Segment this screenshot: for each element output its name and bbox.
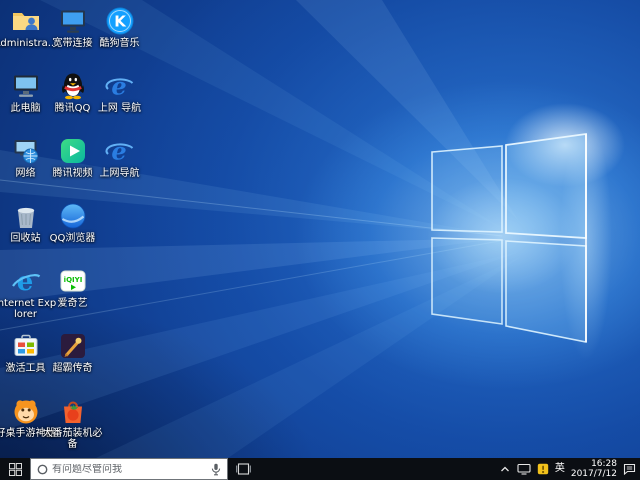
- orange-monkey-icon: [11, 396, 41, 426]
- computer-monitor-icon: [11, 71, 41, 101]
- cortana-circle-icon: [37, 464, 48, 475]
- windows-logo-icon: [9, 463, 22, 476]
- ie-blue-e-icon: e: [105, 136, 135, 166]
- desktop-icon-label: 上网 导航: [88, 103, 152, 114]
- chevron-up-icon: [499, 464, 511, 474]
- desktop-icon-label: 上网导航: [88, 168, 152, 179]
- action-center-button[interactable]: [623, 458, 636, 480]
- kugou-music-icon: K: [105, 6, 135, 36]
- clock-time: 16:28: [571, 459, 617, 469]
- taskbar: 英 16:28 2017/7/12: [0, 458, 640, 480]
- desktop-icon-kugou-music[interactable]: K酷狗音乐: [96, 6, 143, 49]
- desktop-icon-web-navigation-1[interactable]: e上网 导航: [96, 71, 143, 114]
- task-view-button[interactable]: [228, 458, 258, 480]
- desktop-icon-qq-browser[interactable]: QQ浏览器: [49, 201, 96, 244]
- svg-text:e: e: [111, 72, 126, 101]
- ime-language-indicator[interactable]: 英: [555, 458, 565, 480]
- task-view-icon: [236, 463, 251, 475]
- alert-shield-icon: [537, 463, 549, 475]
- svg-text:K: K: [114, 13, 127, 31]
- qq-browser-globe-icon: [58, 201, 88, 231]
- network-icon: [517, 463, 531, 475]
- tencent-video-play-icon: [58, 136, 88, 166]
- taskbar-clock[interactable]: 16:28 2017/7/12: [571, 459, 617, 479]
- windows-desktop: Administra...宽带连接K酷狗音乐此电脑腾讯QQe上网 导航网络腾讯视…: [0, 0, 640, 480]
- desktop-icon-label: 超霸传奇: [41, 363, 105, 374]
- clock-date: 2017/7/12: [571, 469, 617, 479]
- desktop-icon-big-tomato-essentials[interactable]: 大番茄装机必备: [49, 396, 96, 450]
- svg-text:iQIYI: iQIYI: [63, 276, 82, 284]
- broadband-monitor-icon: [58, 6, 88, 36]
- microphone-icon[interactable]: [211, 463, 221, 476]
- system-tray: 英 16:28 2017/7/12: [499, 458, 640, 480]
- desktop-icon-label: 酷狗音乐: [88, 38, 152, 49]
- recycle-bin-icon: [11, 201, 41, 231]
- game-character-icon: [58, 331, 88, 361]
- tomato-bag-icon: [58, 396, 88, 426]
- notification-icon: [623, 463, 636, 475]
- desktop-icon-label: QQ浏览器: [41, 233, 105, 244]
- network-status-button[interactable]: [517, 458, 531, 480]
- desktop-icon-web-navigation-2[interactable]: e上网导航: [96, 136, 143, 179]
- svg-text:e: e: [16, 267, 33, 296]
- desktop-icon-label: 爱奇艺: [41, 298, 105, 309]
- activation-toolbox-icon: [11, 331, 41, 361]
- desktop-icon-iqiyi[interactable]: iQIYI爱奇艺: [49, 266, 96, 309]
- cortana-search-box[interactable]: [30, 458, 228, 480]
- start-button[interactable]: [0, 458, 30, 480]
- user-folder-icon: [11, 6, 41, 36]
- input-method-tray-button[interactable]: [537, 458, 549, 480]
- hidden-icons-button[interactable]: [499, 458, 511, 480]
- qq-penguin-icon: [58, 71, 88, 101]
- ie-blue-e-icon: e: [105, 71, 135, 101]
- desktop-icon-chaoba-legend[interactable]: 超霸传奇: [49, 331, 96, 374]
- network-globe-icon: [11, 136, 41, 166]
- desktop-icon-grid: Administra...宽带连接K酷狗音乐此电脑腾讯QQe上网 导航网络腾讯视…: [0, 0, 640, 458]
- desktop-icon-internet-explorer[interactable]: eInternet Explorer: [2, 266, 49, 320]
- desktop-icon-label: 大番茄装机必备: [41, 428, 105, 450]
- search-input[interactable]: [52, 464, 207, 475]
- svg-text:e: e: [111, 137, 126, 166]
- internet-explorer-e-icon: e: [11, 266, 41, 296]
- iqiyi-logo-icon: iQIYI: [58, 266, 88, 296]
